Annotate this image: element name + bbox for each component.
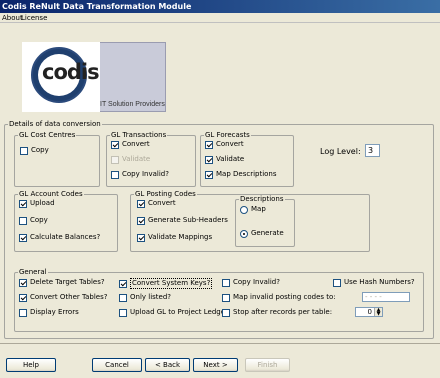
menu-about[interactable]: About	[2, 13, 23, 23]
forecasts-map-descriptions-checkbox[interactable]: Map Descriptions	[205, 170, 277, 179]
checkbox-checked-icon	[19, 278, 27, 287]
radio-selected-icon	[240, 229, 248, 238]
posting-codes-generate-sub-headers-checkbox[interactable]: Generate Sub-Headers	[137, 216, 228, 225]
back-button[interactable]: < Back	[145, 358, 190, 372]
map-invalid-posting-codes-checkbox[interactable]: Map invalid posting codes to:	[222, 293, 336, 302]
window-title: Codis ReNult Data Transformation Module	[0, 0, 440, 13]
checkbox-checked-icon	[19, 199, 27, 208]
account-codes-upload-checkbox[interactable]: Upload	[19, 199, 55, 208]
checkbox-checked-icon	[137, 216, 145, 225]
general-group: General Delete Target Tables? Convert Ot…	[14, 268, 424, 332]
checkbox-checked-icon	[119, 279, 127, 288]
descriptions-generate-radio[interactable]: Generate	[240, 229, 284, 238]
gl-posting-codes-group: GL Posting Codes Convert Generate Sub-He…	[130, 190, 370, 252]
cancel-button[interactable]: Cancel	[92, 358, 142, 372]
stop-after-records-checkbox[interactable]: Stop after records per table:	[222, 308, 332, 317]
menu-license[interactable]: License	[21, 13, 47, 23]
upload-gl-to-project-ledger-checkbox[interactable]: Upload GL to Project Ledger	[119, 308, 228, 317]
radio-icon	[240, 205, 248, 214]
display-errors-checkbox[interactable]: Display Errors	[19, 308, 79, 317]
gl-cost-centres-group: GL Cost Centres Copy	[14, 131, 100, 187]
gl-cost-centres-legend: GL Cost Centres	[18, 131, 77, 140]
gl-forecasts-group: GL Forecasts Convert Validate Map Descri…	[200, 131, 294, 187]
checkbox-checked-icon	[137, 233, 145, 242]
cost-centres-copy-checkbox[interactable]: Copy	[20, 146, 49, 155]
checkbox-checked-icon	[111, 140, 119, 149]
checkbox-icon	[119, 308, 127, 317]
forecasts-convert-checkbox[interactable]: Convert	[205, 140, 244, 149]
account-codes-calculate-balances-checkbox[interactable]: Calculate Balances?	[19, 233, 100, 242]
next-button[interactable]: Next >	[193, 358, 238, 372]
map-invalid-posting-codes-input[interactable]: - - - -	[362, 292, 410, 302]
bottom-separator	[0, 343, 440, 344]
checkbox-icon	[111, 170, 119, 179]
account-codes-copy-checkbox[interactable]: Copy	[19, 216, 48, 225]
menu-bar: About License	[0, 13, 440, 23]
details-legend: Details of data conversion	[8, 120, 102, 129]
checkbox-icon	[119, 293, 127, 302]
main-panel: Details of data conversion GL Cost Centr…	[0, 119, 440, 343]
transactions-convert-checkbox[interactable]: Convert	[111, 140, 150, 149]
only-listed-checkbox[interactable]: Only listed?	[119, 293, 171, 302]
posting-codes-validate-mappings-checkbox[interactable]: Validate Mappings	[137, 233, 212, 242]
log-level-input[interactable]: 3	[365, 144, 380, 157]
transactions-copy-invalid-checkbox[interactable]: Copy Invalid?	[111, 170, 169, 179]
checkbox-icon	[111, 155, 119, 164]
logo-text: codis	[42, 60, 100, 84]
gl-transactions-legend: GL Transactions	[110, 131, 168, 140]
convert-other-tables-checkbox[interactable]: Convert Other Tables?	[19, 293, 107, 302]
help-button[interactable]: Help	[6, 358, 56, 372]
delete-target-tables-checkbox[interactable]: Delete Target Tables?	[19, 278, 105, 287]
general-legend: General	[18, 268, 48, 277]
gl-account-codes-group: GL Account Codes Upload Copy Calculate B…	[14, 190, 118, 252]
spinner-arrows-icon[interactable]: ▲ ▼	[374, 308, 382, 317]
checkbox-checked-icon	[19, 233, 27, 242]
descriptions-legend: Descriptions	[239, 195, 285, 204]
checkbox-icon	[222, 308, 230, 317]
forecasts-validate-checkbox[interactable]: Validate	[205, 155, 244, 164]
transactions-validate-checkbox[interactable]: Validate	[111, 155, 150, 164]
descriptions-map-radio[interactable]: Map	[240, 205, 266, 214]
gl-posting-codes-legend: GL Posting Codes	[134, 190, 197, 199]
general-copy-invalid-checkbox[interactable]: Copy Invalid?	[222, 278, 280, 287]
log-level-label: Log Level:	[320, 147, 361, 156]
use-hash-numbers-checkbox[interactable]: Use Hash Numbers?	[333, 278, 415, 287]
checkbox-icon	[222, 278, 230, 287]
convert-system-keys-checkbox[interactable]: Convert System Keys?	[119, 278, 213, 289]
stop-after-records-spinner[interactable]: 0 ▲ ▼	[355, 307, 383, 317]
checkbox-checked-icon	[19, 293, 27, 302]
checkbox-checked-icon	[205, 170, 213, 179]
checkbox-icon	[20, 146, 28, 155]
checkbox-icon	[222, 293, 230, 302]
checkbox-checked-icon	[137, 199, 145, 208]
posting-codes-convert-checkbox[interactable]: Convert	[137, 199, 176, 208]
checkbox-icon	[333, 278, 341, 287]
gl-transactions-group: GL Transactions Convert Validate Copy In…	[106, 131, 196, 187]
descriptions-group: Descriptions Map Generate	[235, 195, 295, 247]
checkbox-checked-icon	[205, 140, 213, 149]
checkbox-icon	[19, 308, 27, 317]
gl-forecasts-legend: GL Forecasts	[204, 131, 251, 140]
logo-tagline: IT Solution Providers	[100, 101, 165, 108]
checkbox-icon	[19, 216, 27, 225]
checkbox-checked-icon	[205, 155, 213, 164]
gl-account-codes-legend: GL Account Codes	[18, 190, 84, 199]
finish-button[interactable]: Finish	[245, 358, 290, 372]
